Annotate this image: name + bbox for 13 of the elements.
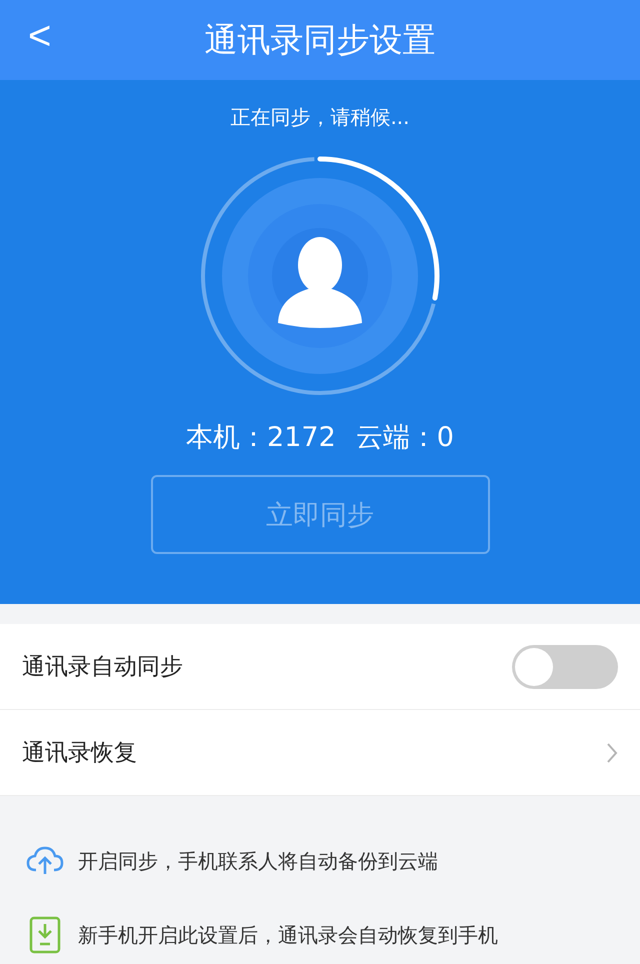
local-count: 本机：2172 bbox=[186, 421, 336, 455]
auto-sync-toggle[interactable] bbox=[512, 644, 618, 688]
cloud-count: 云端：0 bbox=[356, 421, 454, 455]
tip-text: 开启同步，手机联系人将自动备份到云端 bbox=[78, 848, 438, 874]
sync-status: 正在同步，请稍候... bbox=[230, 104, 410, 131]
tip-text: 新手机开启此设置后，通讯录会自动恢复到手机 bbox=[78, 922, 498, 948]
back-button[interactable]: < bbox=[28, 14, 52, 59]
setting-label: 通讯录自动同步 bbox=[22, 653, 183, 682]
setting-label: 通讯录恢复 bbox=[22, 739, 137, 768]
avatar-icon bbox=[222, 178, 418, 374]
page-title: 通讯录同步设置 bbox=[204, 18, 436, 60]
cloud-upload-icon bbox=[26, 846, 64, 876]
chevron-right-icon[interactable] bbox=[606, 742, 618, 764]
